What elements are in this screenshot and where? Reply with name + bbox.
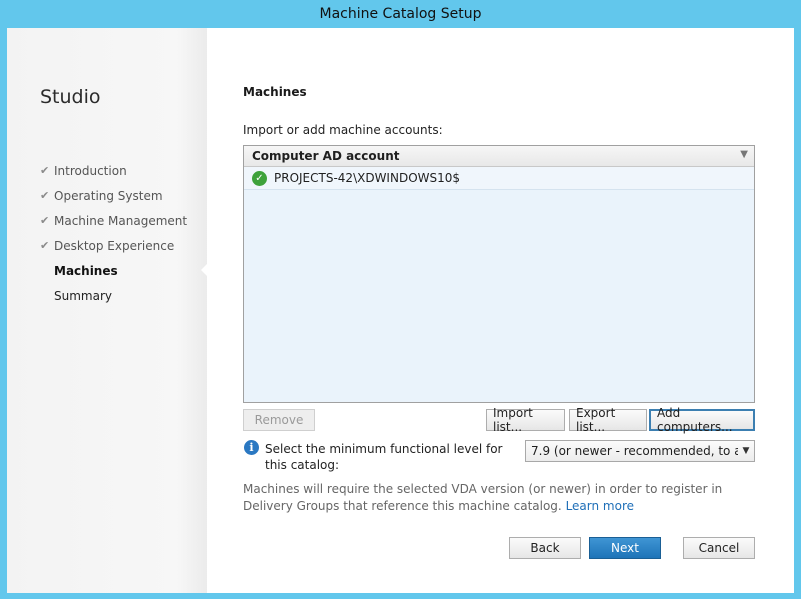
dialog-client: Studio ✔ Introduction ✔ Operating System… [7,28,794,593]
checkmark-icon: ✔ [40,164,50,177]
step-summary: Summary [40,286,187,311]
step-label: Machines [54,264,118,278]
step-machine-management: ✔ Machine Management [40,211,187,236]
step-label: Machine Management [54,214,188,228]
brand-title: Studio [40,86,101,108]
account-name: PROJECTS-42\XDWINDOWS10$ [274,171,461,185]
green-check-circle-icon: ✓ [252,170,267,186]
vda-note: Machines will require the selected VDA v… [243,482,723,513]
step-list: ✔ Introduction ✔ Operating System ✔ Mach… [40,161,187,311]
learn-more-link[interactable]: Learn more [566,499,634,513]
intro-text: Import or add machine accounts: [243,123,443,137]
info-icon: i [244,440,259,455]
functional-level-select[interactable]: 7.9 (or newer - recommended, to acc... ▼ [525,440,755,462]
step-label: Introduction [54,164,127,178]
sort-arrow-icon[interactable]: ▼ [740,149,748,160]
checkmark-icon: ✔ [40,189,50,202]
checkmark-icon: ✔ [40,239,50,252]
window-title: Machine Catalog Setup [0,0,801,28]
step-machines: Machines [40,261,187,286]
page-title: Machines [243,85,307,99]
step-desktop-experience: ✔ Desktop Experience [40,236,187,261]
next-button[interactable]: Next [589,537,661,559]
table-row[interactable]: ✓ PROJECTS-42\XDWINDOWS10$ [244,167,754,190]
import-list-button[interactable]: Import list... [486,406,565,434]
checkmark-icon: ✔ [40,214,50,227]
step-label: Operating System [54,189,163,203]
step-operating-system: ✔ Operating System [40,186,187,211]
cancel-button[interactable]: Cancel [683,537,755,559]
add-computers-button[interactable]: Add computers... [649,406,755,434]
main-panel: Machines Import or add machine accounts:… [207,28,794,593]
step-label: Desktop Experience [54,239,175,253]
column-header-computer-ad-account[interactable]: Computer AD account ▼ [244,146,754,167]
step-introduction: ✔ Introduction [40,161,187,186]
sidebar: Studio ✔ Introduction ✔ Operating System… [7,28,207,593]
selected-value: 7.9 (or newer - recommended, to acc... [531,444,738,458]
chevron-down-icon[interactable]: ▼ [738,446,754,456]
export-list-button[interactable]: Export list... [569,406,647,434]
remove-button[interactable]: Remove [243,409,315,431]
step-label: Summary [54,289,112,303]
machine-accounts-table[interactable]: Computer AD account ▼ ✓ PROJECTS-42\XDWI… [243,145,755,403]
functional-level-label: Select the minimum functional level for … [265,442,503,472]
back-button[interactable]: Back [509,537,581,559]
